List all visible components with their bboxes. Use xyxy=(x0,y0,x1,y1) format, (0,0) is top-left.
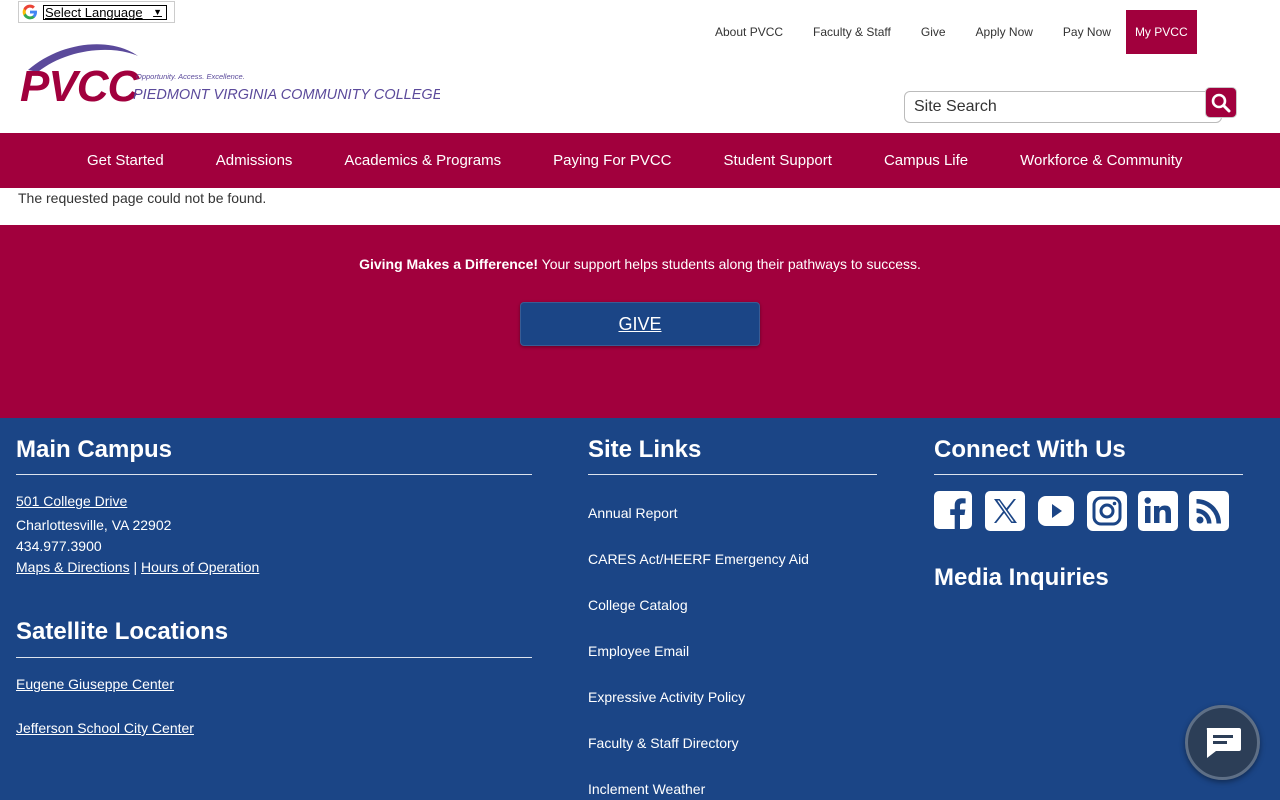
give-message-text: Your support helps students along their … xyxy=(538,256,921,272)
site-link-annual-report[interactable]: Annual Report xyxy=(588,505,678,521)
site-link-expressive-activity[interactable]: Expressive Activity Policy xyxy=(588,689,745,705)
logo-college-name: PIEDMONT VIRGINIA COMMUNITY COLLEGE xyxy=(133,87,440,103)
nav-workforce[interactable]: Workforce & Community xyxy=(994,133,1208,188)
main-campus-heading: Main Campus xyxy=(16,436,173,463)
satellite-divider xyxy=(16,657,532,658)
logo-tagline: Opportunity. Access. Excellence. xyxy=(136,72,245,81)
satellite-link-jefferson[interactable]: Jefferson School City Center xyxy=(16,720,194,736)
city-text: Charlottesville, VA 22902 xyxy=(16,517,172,533)
give-banner: Giving Makes a Difference! Your support … xyxy=(0,225,1280,418)
link-separator: | xyxy=(133,559,138,575)
util-link-about[interactable]: About PVCC xyxy=(700,10,798,54)
pvcc-logo[interactable]: PVCC Opportunity. Access. Excellence. PI… xyxy=(20,40,440,110)
search-icon xyxy=(1211,93,1231,112)
nav-paying[interactable]: Paying For PVCC xyxy=(527,133,697,188)
language-label: Select Language xyxy=(45,4,143,20)
util-link-pay[interactable]: Pay Now xyxy=(1048,10,1126,54)
utility-nav: About PVCC Faculty & Staff Give Apply No… xyxy=(700,10,1197,54)
main-nav: Get Started Admissions Academics & Progr… xyxy=(0,133,1280,188)
rss-icon[interactable] xyxy=(1189,491,1229,531)
google-g-icon xyxy=(22,4,37,20)
logo-wordmark: PVCC xyxy=(20,62,140,110)
nav-campus-life[interactable]: Campus Life xyxy=(858,133,994,188)
site-links-divider xyxy=(588,474,877,475)
site-link-employee-email[interactable]: Employee Email xyxy=(588,643,689,659)
media-inquiries-heading: Media Inquiries xyxy=(934,564,1109,591)
search-button[interactable] xyxy=(1205,87,1237,118)
nav-academics[interactable]: Academics & Programs xyxy=(318,133,527,188)
satellite-link-giuseppe[interactable]: Eugene Giuseppe Center xyxy=(16,676,174,692)
util-link-give[interactable]: Give xyxy=(906,10,961,54)
give-message: Giving Makes a Difference! Your support … xyxy=(0,256,1280,272)
site-link-cares-act[interactable]: CARES Act/HEERF Emergency Aid xyxy=(588,551,809,567)
nav-student-support[interactable]: Student Support xyxy=(698,133,858,188)
language-dropdown[interactable]: Select Language ▼ xyxy=(43,4,167,20)
util-link-faculty[interactable]: Faculty & Staff xyxy=(798,10,906,54)
search-box xyxy=(904,91,1222,123)
not-found-message: The requested page could not be found. xyxy=(18,190,267,206)
util-link-mypvcc[interactable]: My PVCC xyxy=(1125,10,1197,54)
youtube-icon[interactable] xyxy=(1036,491,1076,531)
site-header: Select Language ▼ PVCC Opportunity. Acce… xyxy=(0,0,1280,133)
give-button[interactable]: GIVE xyxy=(520,302,760,346)
give-message-bold: Giving Makes a Difference! xyxy=(359,256,539,272)
x-twitter-icon[interactable] xyxy=(985,491,1025,531)
site-link-college-catalog[interactable]: College Catalog xyxy=(588,597,688,613)
campus-links-row: Maps & Directions | Hours of Operation xyxy=(16,559,259,575)
language-selector[interactable]: Select Language ▼ xyxy=(18,1,175,23)
chat-icon xyxy=(1206,727,1241,758)
connect-divider xyxy=(934,474,1243,475)
main-campus-divider xyxy=(16,474,532,475)
phone-text: 434.977.3900 xyxy=(16,538,102,554)
connect-heading: Connect With Us xyxy=(934,436,1126,463)
address-link[interactable]: 501 College Drive xyxy=(16,493,127,509)
dropdown-arrow-icon: ▼ xyxy=(153,6,162,17)
site-link-directory[interactable]: Faculty & Staff Directory xyxy=(588,735,739,751)
nav-admissions[interactable]: Admissions xyxy=(190,133,319,188)
search-input[interactable] xyxy=(905,92,1195,122)
instagram-icon[interactable] xyxy=(1087,491,1127,531)
linkedin-icon[interactable] xyxy=(1138,491,1178,531)
nav-get-started[interactable]: Get Started xyxy=(61,133,190,188)
site-links-heading: Site Links xyxy=(588,436,702,463)
util-link-apply[interactable]: Apply Now xyxy=(961,10,1048,54)
satellite-heading: Satellite Locations xyxy=(16,618,229,645)
maps-directions-link[interactable]: Maps & Directions xyxy=(16,559,130,575)
facebook-icon[interactable] xyxy=(934,491,974,531)
chat-button[interactable] xyxy=(1185,705,1260,780)
social-links xyxy=(934,491,1229,531)
site-link-inclement-weather[interactable]: Inclement Weather xyxy=(588,781,705,797)
hours-link[interactable]: Hours of Operation xyxy=(141,559,259,575)
site-footer: Main Campus 501 College Drive Charlottes… xyxy=(0,418,1280,800)
